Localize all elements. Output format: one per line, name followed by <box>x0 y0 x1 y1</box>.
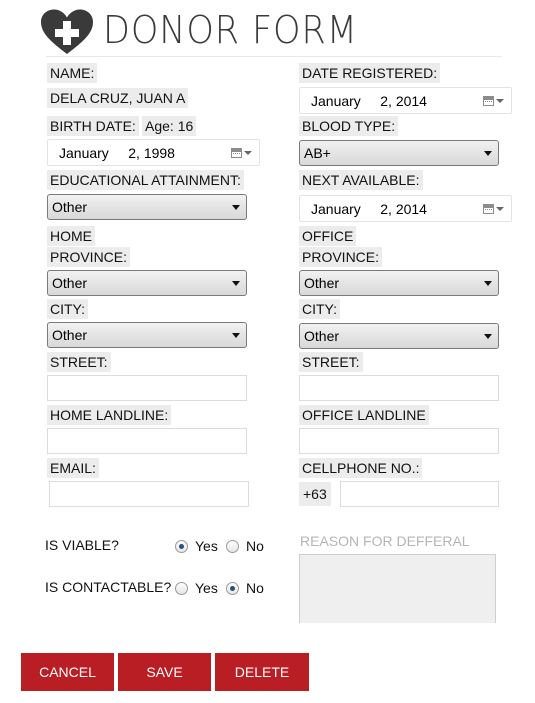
home-street-input[interactable] <box>47 375 247 401</box>
home-province-label: PROVINCE: <box>47 247 131 267</box>
chevron-down-icon <box>232 333 240 338</box>
contactable-no-radio[interactable] <box>226 582 239 595</box>
is-viable-label: IS VIABLE? <box>45 537 119 553</box>
home-landline-input[interactable] <box>47 428 247 454</box>
home-city-value: Other <box>52 327 88 343</box>
header-divider <box>46 56 502 57</box>
office-city-select[interactable]: Other <box>299 323 499 349</box>
blood-type-value: AB+ <box>304 145 331 161</box>
blood-type-select[interactable]: AB+ <box>299 140 499 166</box>
age-text: Age: 16 <box>142 116 197 136</box>
cellphone-label: CELLPHONE NO.: <box>299 458 423 478</box>
birth-date-picker[interactable]: January 2, 1998 <box>47 139 260 166</box>
educational-attainment-label: EDUCATIONAL ATTAINMENT: <box>47 170 244 190</box>
heart-plus-icon <box>41 9 93 54</box>
contactable-no-label[interactable]: No <box>246 578 264 598</box>
name-label: NAME: <box>47 63 98 83</box>
home-section-label: HOME <box>47 226 95 246</box>
cancel-button[interactable]: CANCEL <box>21 653 114 691</box>
save-button[interactable]: SAVE <box>118 653 211 691</box>
calendar-icon <box>483 204 494 214</box>
chevron-down-icon <box>232 281 240 286</box>
office-city-label: CITY: <box>299 299 341 319</box>
office-section-label: OFFICE <box>299 226 357 246</box>
next-available-label: NEXT AVAILABLE: <box>299 170 423 190</box>
email-label: EMAIL: <box>47 458 99 478</box>
blood-type-label: BLOOD TYPE: <box>299 116 399 136</box>
date-registered-picker[interactable]: January 2, 2014 <box>299 87 512 114</box>
deferral-reason-textarea[interactable] <box>299 554 496 623</box>
home-city-select[interactable]: Other <box>47 322 247 348</box>
date-registered-label: DATE REGISTERED: <box>299 63 441 83</box>
office-landline-input[interactable] <box>299 428 499 454</box>
calendar-icon <box>231 148 242 158</box>
home-landline-label: HOME LANDLINE: <box>47 405 172 425</box>
home-province-select[interactable]: Other <box>47 270 247 296</box>
calendar-icon <box>483 96 494 106</box>
logo <box>40 9 94 55</box>
next-available-picker[interactable]: January 2, 2014 <box>299 195 512 222</box>
home-city-label: CITY: <box>47 299 89 319</box>
next-available-value: January 2, 2014 <box>311 201 427 217</box>
home-province-value: Other <box>52 275 88 291</box>
chevron-down-icon <box>484 151 492 156</box>
is-contactable-label: IS CONTACTABLE? <box>45 579 172 595</box>
chevron-down-icon <box>484 281 492 286</box>
office-city-value: Other <box>304 328 340 344</box>
email-field[interactable] <box>49 481 249 507</box>
birth-date-value: January 2, 1998 <box>59 145 175 161</box>
chevron-down-icon <box>496 99 504 103</box>
office-province-label: PROVINCE: <box>299 247 383 267</box>
contactable-yes-label[interactable]: Yes <box>195 578 218 598</box>
viable-no-radio[interactable] <box>226 540 239 553</box>
home-street-label: STREET: <box>47 352 111 372</box>
chevron-down-icon <box>232 205 240 210</box>
delete-button[interactable]: DELETE <box>215 653 309 691</box>
chevron-down-icon <box>244 151 252 155</box>
office-landline-label: OFFICE LANDLINE <box>299 405 429 425</box>
chevron-down-icon <box>484 334 492 339</box>
office-province-select[interactable]: Other <box>299 270 499 296</box>
deferral-reason-label: REASON FOR DEFFERAL <box>300 533 470 549</box>
viable-yes-radio[interactable] <box>175 540 188 553</box>
educational-attainment-value: Other <box>52 199 88 215</box>
office-street-input[interactable] <box>299 375 499 401</box>
educational-attainment-select[interactable]: Other <box>47 194 247 220</box>
name-value: DELA CRUZ, JUAN A <box>47 88 189 108</box>
birth-date-label: BIRTH DATE: <box>47 116 139 136</box>
viable-no-label[interactable]: No <box>246 536 264 556</box>
cellphone-input[interactable] <box>340 481 499 507</box>
contactable-yes-radio[interactable] <box>175 582 188 595</box>
office-street-label: STREET: <box>299 352 363 372</box>
chevron-down-icon <box>496 207 504 211</box>
viable-yes-label[interactable]: Yes <box>195 536 218 556</box>
page-title: DONOR FORM <box>103 8 358 52</box>
office-province-value: Other <box>304 275 340 291</box>
cellphone-prefix: +63 <box>299 482 331 506</box>
date-registered-value: January 2, 2014 <box>311 93 427 109</box>
